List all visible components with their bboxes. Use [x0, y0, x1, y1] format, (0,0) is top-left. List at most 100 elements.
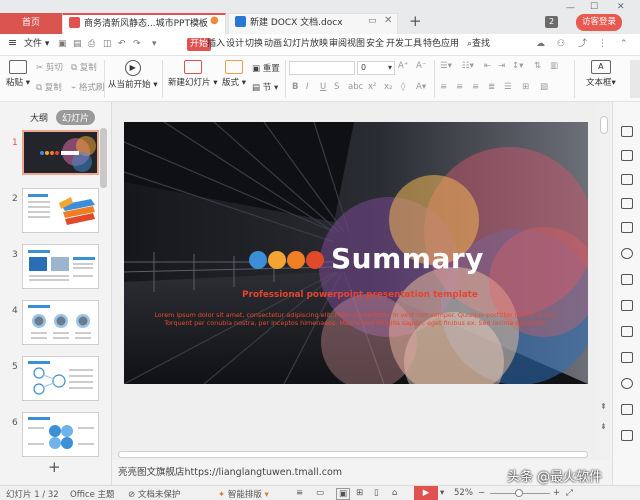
zoom-level[interactable]: 52%: [454, 488, 473, 498]
cut-button[interactable]: ✂ 剪切: [36, 61, 63, 73]
quick-print-icon[interactable]: ⎙: [88, 38, 95, 51]
quick-preview-icon[interactable]: ◫: [103, 38, 112, 51]
cloud-sync-icon[interactable]: ☁: [536, 38, 545, 51]
help-icon[interactable]: [621, 378, 633, 389]
next-slide-icon[interactable]: ⇟: [600, 422, 607, 431]
settings-sliders-icon[interactable]: [621, 274, 633, 285]
guest-login-button[interactable]: 访客登录: [576, 14, 622, 31]
scroll-thumb[interactable]: [600, 116, 608, 134]
collaborate-icon[interactable]: ⚇: [557, 38, 565, 51]
decrease-indent-icon[interactable]: ⇤: [484, 61, 491, 71]
window-count-badge[interactable]: 2: [545, 16, 558, 28]
panel-icon[interactable]: [621, 430, 633, 441]
redo-icon[interactable]: ↷: [133, 38, 141, 51]
grow-font-icon[interactable]: A⁺: [398, 61, 408, 71]
menu-transition[interactable]: 切换: [245, 38, 263, 51]
menu-developer[interactable]: 开发工具: [386, 38, 422, 51]
search-button[interactable]: ⌕查找: [467, 38, 490, 51]
shape-icon[interactable]: [621, 174, 633, 185]
reading-view-icon[interactable]: ▯: [374, 488, 379, 498]
play-slideshow-button[interactable]: ▶: [414, 486, 438, 500]
shadow-icon[interactable]: S: [334, 82, 339, 92]
menu-features[interactable]: 特色应用: [423, 38, 459, 51]
copy-icon[interactable]: ⧉ 复制: [36, 81, 62, 93]
increase-indent-icon[interactable]: ⇥: [498, 61, 505, 71]
slide-thumbnail-5[interactable]: [22, 356, 99, 401]
slide-thumbnail-2[interactable]: [22, 188, 99, 233]
tab-outline[interactable]: 大纲: [24, 110, 54, 125]
hamburger-menu-icon[interactable]: ≡: [8, 36, 17, 49]
numbering-icon[interactable]: ☷▾: [462, 61, 474, 71]
layout-button[interactable]: 版式 ▾: [222, 60, 246, 88]
dropdown-arrow-icon[interactable]: ▾: [440, 488, 444, 498]
quick-save-icon[interactable]: ▣: [58, 38, 67, 51]
zoom-out-icon[interactable]: −: [478, 488, 485, 498]
notes-toggle-icon[interactable]: ≡: [296, 488, 303, 498]
bullets-icon[interactable]: ☰▾: [440, 61, 452, 71]
clear-format-icon[interactable]: ◊: [401, 82, 405, 92]
slide-thumbnail-6[interactable]: [22, 412, 99, 457]
shrink-font-icon[interactable]: A⁻: [416, 61, 426, 71]
monitor-icon[interactable]: ▭: [368, 16, 377, 26]
collapse-ribbon-icon[interactable]: ⌃: [620, 38, 628, 51]
menu-file[interactable]: 文件 ▾: [24, 38, 49, 51]
slide-thumbnail-3[interactable]: [22, 244, 99, 289]
menu-security[interactable]: 安全: [366, 38, 384, 51]
textbox-button[interactable]: A 文本框▾: [586, 60, 616, 88]
justify-icon[interactable]: ≣: [488, 82, 495, 92]
tab-slides[interactable]: 幻灯片: [56, 110, 96, 125]
maximize-icon[interactable]: ☐: [590, 2, 598, 12]
sorter-view-icon[interactable]: ⊞: [356, 488, 363, 498]
menu-insert[interactable]: 插入: [207, 38, 225, 51]
notes-text[interactable]: 亮亮图文旗舰店https://lianglangtuwen.tmall.com: [118, 467, 342, 478]
new-slide-button[interactable]: 新建幻灯片 ▾: [168, 60, 217, 88]
superscript-icon[interactable]: x²: [368, 82, 376, 92]
zoom-slider-handle[interactable]: [515, 489, 523, 497]
more-icon[interactable]: ▾: [152, 38, 157, 51]
vertical-scrollbar[interactable]: ⇞ ⇟: [598, 102, 610, 460]
close-icon[interactable]: ✕: [384, 15, 392, 26]
distribute-icon[interactable]: ☰: [504, 82, 512, 92]
align-center-icon[interactable]: ≡: [456, 82, 463, 92]
menu-animation[interactable]: 动画: [264, 38, 282, 51]
arrange-icon[interactable]: [621, 198, 633, 209]
undo-icon[interactable]: ↶: [118, 38, 126, 51]
text-direction-icon[interactable]: ⇅: [534, 61, 541, 71]
cloud-icon[interactable]: [621, 352, 633, 363]
format-painter-button[interactable]: ⌁ 格式刷: [71, 81, 104, 93]
align-right-icon[interactable]: ≡: [472, 82, 479, 92]
slide-canvas[interactable]: Summary Professional powerpoint presenta…: [112, 102, 598, 460]
design-icon[interactable]: [621, 126, 633, 137]
section-button[interactable]: ▤ 节 ▾: [252, 81, 278, 93]
ribbon-scroll[interactable]: [630, 60, 640, 98]
underline-icon[interactable]: U: [320, 82, 326, 92]
filter-icon[interactable]: [621, 300, 633, 311]
window-close-icon[interactable]: ✕: [617, 2, 625, 12]
copy-icon[interactable]: [621, 150, 633, 161]
animation-icon[interactable]: [621, 248, 633, 259]
paste-button[interactable]: 粘贴 ▾: [6, 60, 30, 88]
slide-body-text[interactable]: Lorem ipsum dolor sit amet, consectetur …: [144, 311, 568, 327]
font-color-icon[interactable]: A▾: [416, 82, 426, 92]
presenter-icon[interactable]: ⌂: [392, 488, 397, 498]
prev-slide-icon[interactable]: ⇞: [600, 402, 607, 411]
menu-slideshow[interactable]: 幻灯片放映: [283, 38, 328, 51]
italic-icon[interactable]: I: [306, 82, 309, 92]
menu-review[interactable]: 审阅: [329, 38, 347, 51]
add-slide-button[interactable]: +: [48, 458, 61, 476]
line-spacing-icon[interactable]: ↕▾: [512, 61, 523, 71]
monitor-icon[interactable]: ▭: [195, 17, 204, 27]
subscript-icon[interactable]: x₂: [384, 82, 392, 92]
keyboard-icon[interactable]: [621, 404, 633, 415]
menu-design[interactable]: 设计: [226, 38, 244, 51]
table-icon[interactable]: [621, 222, 633, 233]
columns-icon[interactable]: ▥: [550, 61, 558, 71]
bold-icon[interactable]: B: [292, 82, 298, 92]
normal-view-icon[interactable]: ▣: [336, 488, 351, 500]
menu-view[interactable]: 视图: [347, 38, 365, 51]
zoom-in-icon[interactable]: +: [553, 488, 560, 498]
horizontal-scrollbar[interactable]: [112, 450, 598, 460]
minimize-icon[interactable]: —: [566, 3, 575, 13]
slide-thumbnail-4[interactable]: [22, 300, 99, 345]
slide-title[interactable]: Summary: [331, 242, 484, 275]
